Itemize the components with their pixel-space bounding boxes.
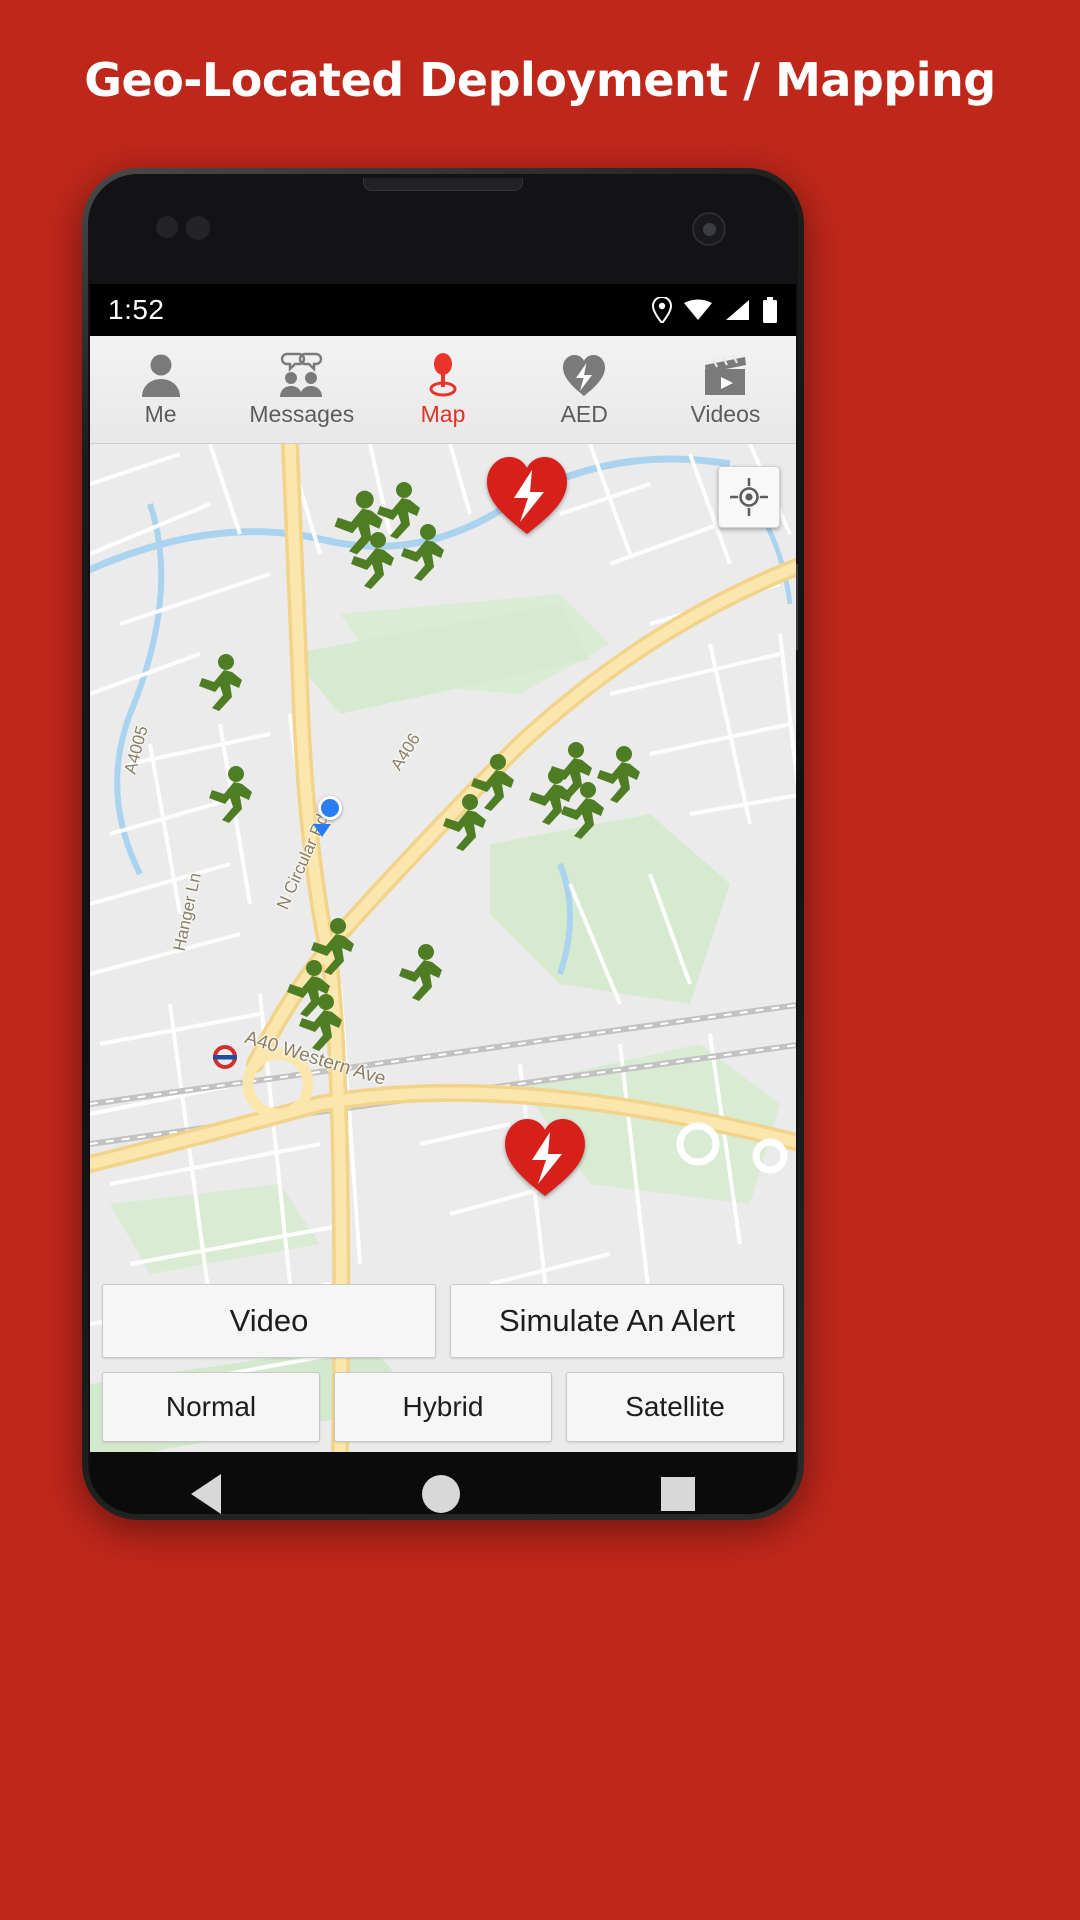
user-location-dot: [318, 796, 342, 820]
map-view[interactable]: A4005 A406 N Circular Rd Hanger Ln A40 W…: [90, 444, 796, 1452]
map-type-satellite-button[interactable]: Satellite: [566, 1372, 784, 1442]
my-location-button[interactable]: [718, 466, 780, 528]
map-pin-icon: [425, 351, 461, 397]
simulate-alert-button[interactable]: Simulate An Alert: [450, 1284, 784, 1358]
runner-marker[interactable]: [200, 764, 260, 824]
runner-marker[interactable]: [342, 530, 402, 590]
status-bar: 1:52: [90, 284, 796, 336]
page-title: Geo-Located Deployment / Mapping: [84, 53, 996, 107]
proximity-sensor-icon: [156, 216, 178, 238]
tab-label: AED: [560, 401, 608, 427]
aed-marker[interactable]: [502, 1116, 588, 1198]
tab-map[interactable]: Map: [372, 336, 513, 443]
map-type-hybrid-button[interactable]: Hybrid: [334, 1372, 552, 1442]
tab-label: Videos: [690, 401, 761, 427]
android-navigation-bar: [90, 1452, 796, 1514]
tab-label: Me: [144, 401, 177, 427]
map-type-normal-button[interactable]: Normal: [102, 1372, 320, 1442]
banner: Geo-Located Deployment / Mapping: [0, 0, 1080, 160]
tube-station-icon: [212, 1044, 238, 1070]
tab-bar: Me Messages Map AED Videos: [90, 336, 796, 444]
runner-marker[interactable]: [290, 992, 350, 1052]
tab-label: Map: [420, 401, 466, 427]
wifi-icon: [684, 299, 712, 321]
tab-videos[interactable]: Videos: [655, 336, 796, 443]
tab-me[interactable]: Me: [90, 336, 231, 443]
signal-icon: [724, 299, 750, 321]
front-camera-icon: [692, 212, 726, 246]
tab-label: Messages: [249, 401, 355, 427]
my-location-icon: [730, 478, 768, 516]
runner-marker[interactable]: [588, 744, 648, 804]
person-icon: [140, 351, 182, 397]
phone-top-bezel: [88, 174, 798, 284]
heart-bolt-icon: [561, 351, 607, 397]
status-icons: [652, 297, 778, 323]
phone-screen: 1:52 Me Messages Map AED Videos A4005 A4…: [90, 284, 796, 1452]
aed-marker[interactable]: [484, 454, 570, 536]
light-sensor-icon: [186, 216, 210, 240]
status-clock: 1:52: [108, 294, 165, 325]
recents-icon[interactable]: [661, 1477, 696, 1511]
map-controls: Video Simulate An Alert Normal Hybrid Sa…: [90, 1270, 796, 1452]
map-type-button-row: Normal Hybrid Satellite: [102, 1372, 784, 1442]
phone-body: 1:52 Me Messages Map AED Videos A4005 A4…: [88, 174, 798, 1514]
battery-icon: [762, 297, 778, 323]
people-chat-icon: [277, 351, 327, 397]
location-icon: [652, 297, 672, 323]
home-icon[interactable]: [421, 1475, 460, 1513]
earpiece-speaker: [363, 178, 523, 191]
runner-marker[interactable]: [390, 942, 450, 1002]
video-button[interactable]: Video: [102, 1284, 436, 1358]
action-button-row: Video Simulate An Alert: [102, 1284, 784, 1358]
phone-device-frame: 1:52 Me Messages Map AED Videos A4005 A4…: [82, 168, 804, 1520]
runner-marker[interactable]: [190, 652, 250, 712]
user-heading-arrow: [313, 824, 331, 837]
back-icon[interactable]: [190, 1474, 221, 1514]
clapperboard-play-icon: [701, 351, 749, 397]
tab-messages[interactable]: Messages: [231, 336, 372, 443]
tab-aed[interactable]: AED: [514, 336, 655, 443]
runner-marker[interactable]: [434, 792, 494, 852]
